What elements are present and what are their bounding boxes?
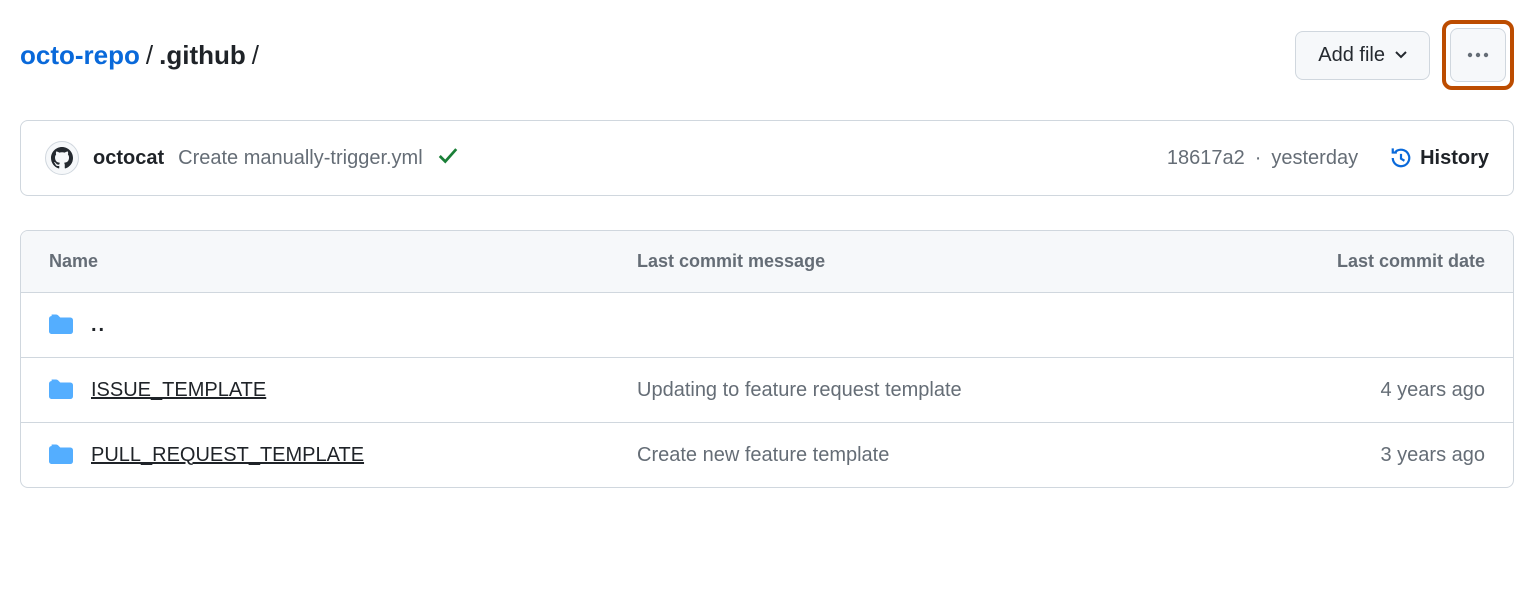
folder-icon — [49, 313, 73, 337]
more-actions-highlight — [1442, 20, 1514, 90]
commit-msg-cell[interactable]: Updating to feature request template — [637, 379, 1225, 402]
latest-commit-box: octocat Create manually-trigger.yml 1861… — [20, 120, 1514, 196]
folder-icon — [49, 443, 73, 467]
name-cell: PULL_REQUEST_TEMPLATE — [49, 443, 637, 467]
breadcrumb-separator: / — [146, 40, 153, 71]
add-file-label: Add file — [1318, 44, 1385, 67]
name-cell: ISSUE_TEMPLATE — [49, 378, 637, 402]
commit-time: yesterday — [1271, 147, 1358, 170]
commit-author[interactable]: octocat — [93, 147, 164, 170]
breadcrumb: octo-repo / .github / — [20, 40, 259, 71]
dot-separator: · — [1255, 147, 1262, 170]
parent-directory-row[interactable]: .. — [21, 293, 1513, 358]
more-actions-button[interactable] — [1450, 28, 1506, 82]
file-link[interactable]: PULL_REQUEST_TEMPLATE — [91, 444, 364, 467]
header-message: Last commit message — [637, 251, 1225, 272]
file-table: Name Last commit message Last commit dat… — [20, 230, 1514, 488]
commit-right: 18617a2 · yesterday History — [1167, 147, 1489, 170]
history-icon — [1390, 147, 1412, 169]
commit-left: octocat Create manually-trigger.yml — [45, 141, 459, 175]
add-file-button[interactable]: Add file — [1295, 31, 1430, 80]
header-date: Last commit date — [1225, 251, 1485, 272]
parent-dots: .. — [91, 314, 106, 337]
history-label: History — [1420, 147, 1489, 170]
folder-icon — [49, 378, 73, 402]
actions-bar: Add file — [1295, 20, 1514, 90]
commit-msg-cell[interactable]: Create new feature template — [637, 444, 1225, 467]
file-link[interactable]: ISSUE_TEMPLATE — [91, 379, 266, 402]
top-bar: octo-repo / .github / Add file — [20, 20, 1514, 90]
breadcrumb-trailing: / — [252, 40, 259, 71]
table-row[interactable]: ISSUE_TEMPLATE Updating to feature reque… — [21, 358, 1513, 423]
history-link[interactable]: History — [1390, 147, 1489, 170]
commit-sha[interactable]: 18617a2 — [1167, 147, 1245, 170]
repo-link[interactable]: octo-repo — [20, 40, 140, 71]
date-cell: 3 years ago — [1225, 444, 1485, 467]
octocat-icon — [51, 147, 73, 169]
name-cell: .. — [49, 313, 637, 337]
kebab-horizontal-icon — [1467, 52, 1489, 58]
caret-down-icon — [1395, 51, 1407, 59]
table-row[interactable]: PULL_REQUEST_TEMPLATE Create new feature… — [21, 423, 1513, 487]
avatar[interactable] — [45, 141, 79, 175]
header-name: Name — [49, 251, 637, 272]
table-header: Name Last commit message Last commit dat… — [21, 231, 1513, 293]
status-check-icon[interactable] — [437, 145, 459, 172]
commit-message[interactable]: Create manually-trigger.yml — [178, 147, 423, 170]
breadcrumb-folder: .github — [159, 40, 246, 71]
date-cell: 4 years ago — [1225, 379, 1485, 402]
